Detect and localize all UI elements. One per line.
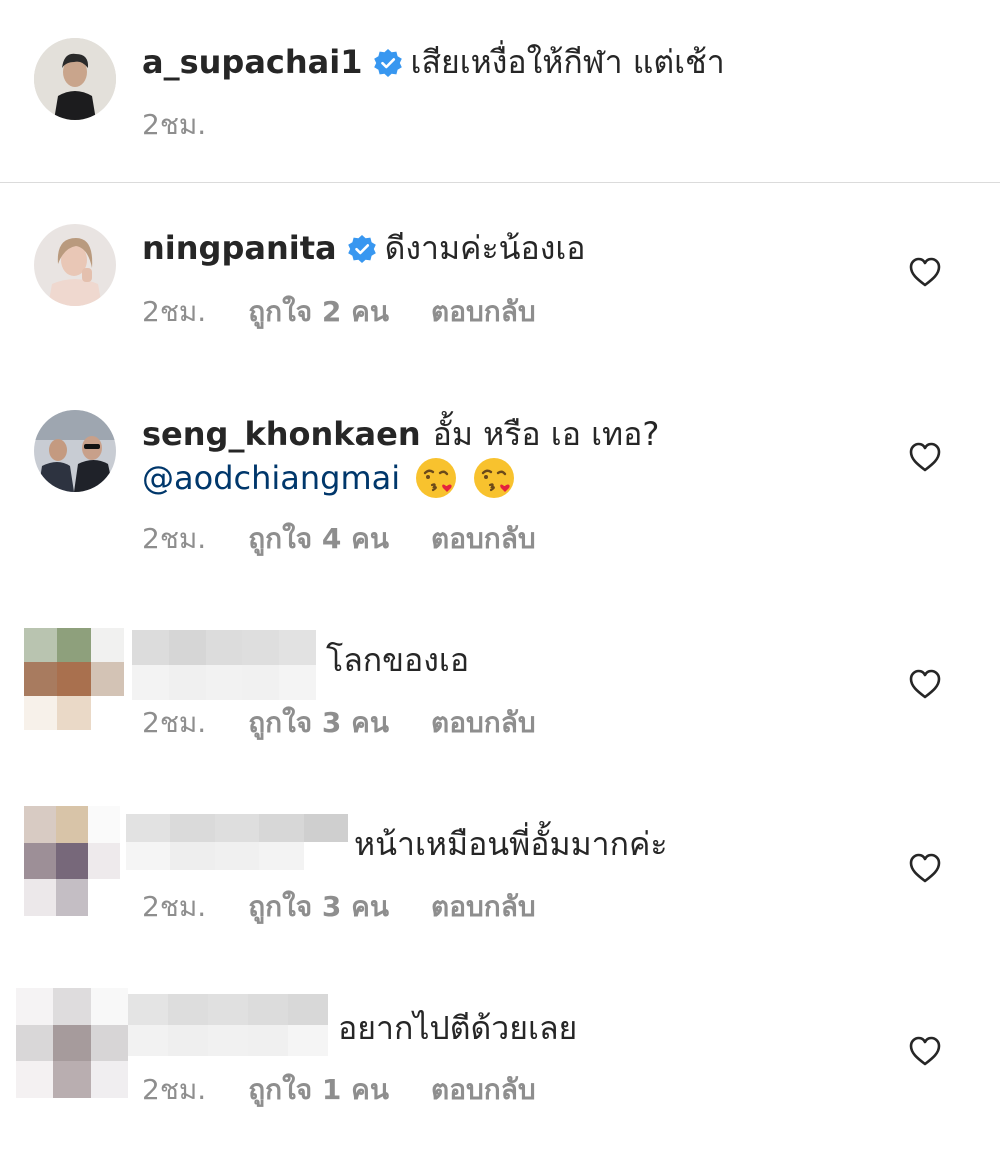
comment-likes[interactable]: ถูกใจ 3 คน <box>248 890 389 924</box>
divider <box>0 182 1000 183</box>
verified-badge-icon <box>347 233 377 263</box>
comment-line: หน้าเหมือนพี่อั้มมากค่ะ <box>354 824 668 864</box>
heart-outline-icon[interactable] <box>908 1035 942 1067</box>
reply-button[interactable]: ตอบกลับ <box>431 706 536 740</box>
heart-outline-icon[interactable] <box>908 441 942 473</box>
blurred-avatar[interactable] <box>16 988 128 1098</box>
comment-meta: 2ชม. ถูกใจ 2 คน ตอบกลับ <box>142 295 536 329</box>
comment-line-2: @aodchiangmai <box>142 456 516 500</box>
caption-avatar[interactable] <box>34 38 116 120</box>
comment-line: อยากไปตีด้วยเลย <box>338 1008 577 1048</box>
reply-button[interactable]: ตอบกลับ <box>431 890 536 924</box>
comment-time: 2ชม. <box>142 522 207 555</box>
comment-text: หน้าเหมือนพี่อั้มมากค่ะ <box>354 825 668 863</box>
comment-time: 2ชม. <box>142 295 207 328</box>
blurred-avatar[interactable] <box>24 806 120 916</box>
comment-time: 2ชม. <box>142 1073 207 1106</box>
mention-link[interactable]: @aodchiangmai <box>142 458 400 498</box>
comment-meta: 2ชม. ถูกใจ 3 คน ตอบกลับ <box>142 706 536 740</box>
caption-line: a_supachai1 เสียเหงื่อให้กีฬา แต่เช้า <box>142 42 725 82</box>
comment-line: ningpanita ดีงามค่ะน้องเอ <box>142 228 586 268</box>
reply-button[interactable]: ตอบกลับ <box>431 522 536 556</box>
face-blowing-kiss-icon <box>414 456 458 500</box>
face-blowing-kiss-icon <box>472 456 516 500</box>
heart-outline-icon[interactable] <box>908 256 942 288</box>
comment-line: โลกของเอ <box>326 640 469 680</box>
comment-line: seng_khonkaen อั้ม หรือ เอ เทอ? <box>142 414 659 454</box>
comment-username[interactable]: seng_khonkaen <box>142 414 421 454</box>
caption-text: เสียเหงื่อให้กีฬา แต่เช้า <box>410 43 725 81</box>
blurred-username[interactable] <box>128 994 328 1056</box>
caption-username[interactable]: a_supachai1 <box>142 42 363 82</box>
comment-meta: 2ชม. ถูกใจ 1 คน ตอบกลับ <box>142 1073 536 1107</box>
comment-time: 2ชม. <box>142 890 207 923</box>
caption-meta: 2ชม. <box>142 108 206 142</box>
caption-time: 2ชม. <box>142 108 207 141</box>
comment-text: อั้ม หรือ เอ เทอ? <box>432 415 660 453</box>
comment-likes[interactable]: ถูกใจ 4 คน <box>248 522 389 556</box>
comment-avatar[interactable] <box>34 224 116 306</box>
comment-meta: 2ชม. ถูกใจ 3 คน ตอบกลับ <box>142 890 536 924</box>
heart-outline-icon[interactable] <box>908 852 942 884</box>
blurred-username[interactable] <box>126 814 348 870</box>
blurred-avatar[interactable] <box>24 628 124 730</box>
verified-badge-icon <box>373 47 403 77</box>
reply-button[interactable]: ตอบกลับ <box>431 1073 536 1107</box>
comment-likes[interactable]: ถูกใจ 1 คน <box>248 1073 389 1107</box>
comment-meta: 2ชม. ถูกใจ 4 คน ตอบกลับ <box>142 522 536 556</box>
heart-outline-icon[interactable] <box>908 668 942 700</box>
comment-likes[interactable]: ถูกใจ 3 คน <box>248 706 389 740</box>
comment-likes[interactable]: ถูกใจ 2 คน <box>248 295 389 329</box>
blurred-username[interactable] <box>132 630 316 700</box>
comment-username[interactable]: ningpanita <box>142 228 337 268</box>
comment-text: ดีงามค่ะน้องเอ <box>384 229 586 267</box>
comment-text: อยากไปตีด้วยเลย <box>338 1009 578 1047</box>
comment-avatar[interactable] <box>34 410 116 492</box>
comment-text: โลกของเอ <box>326 641 470 679</box>
comment-time: 2ชม. <box>142 706 207 739</box>
reply-button[interactable]: ตอบกลับ <box>431 295 536 329</box>
